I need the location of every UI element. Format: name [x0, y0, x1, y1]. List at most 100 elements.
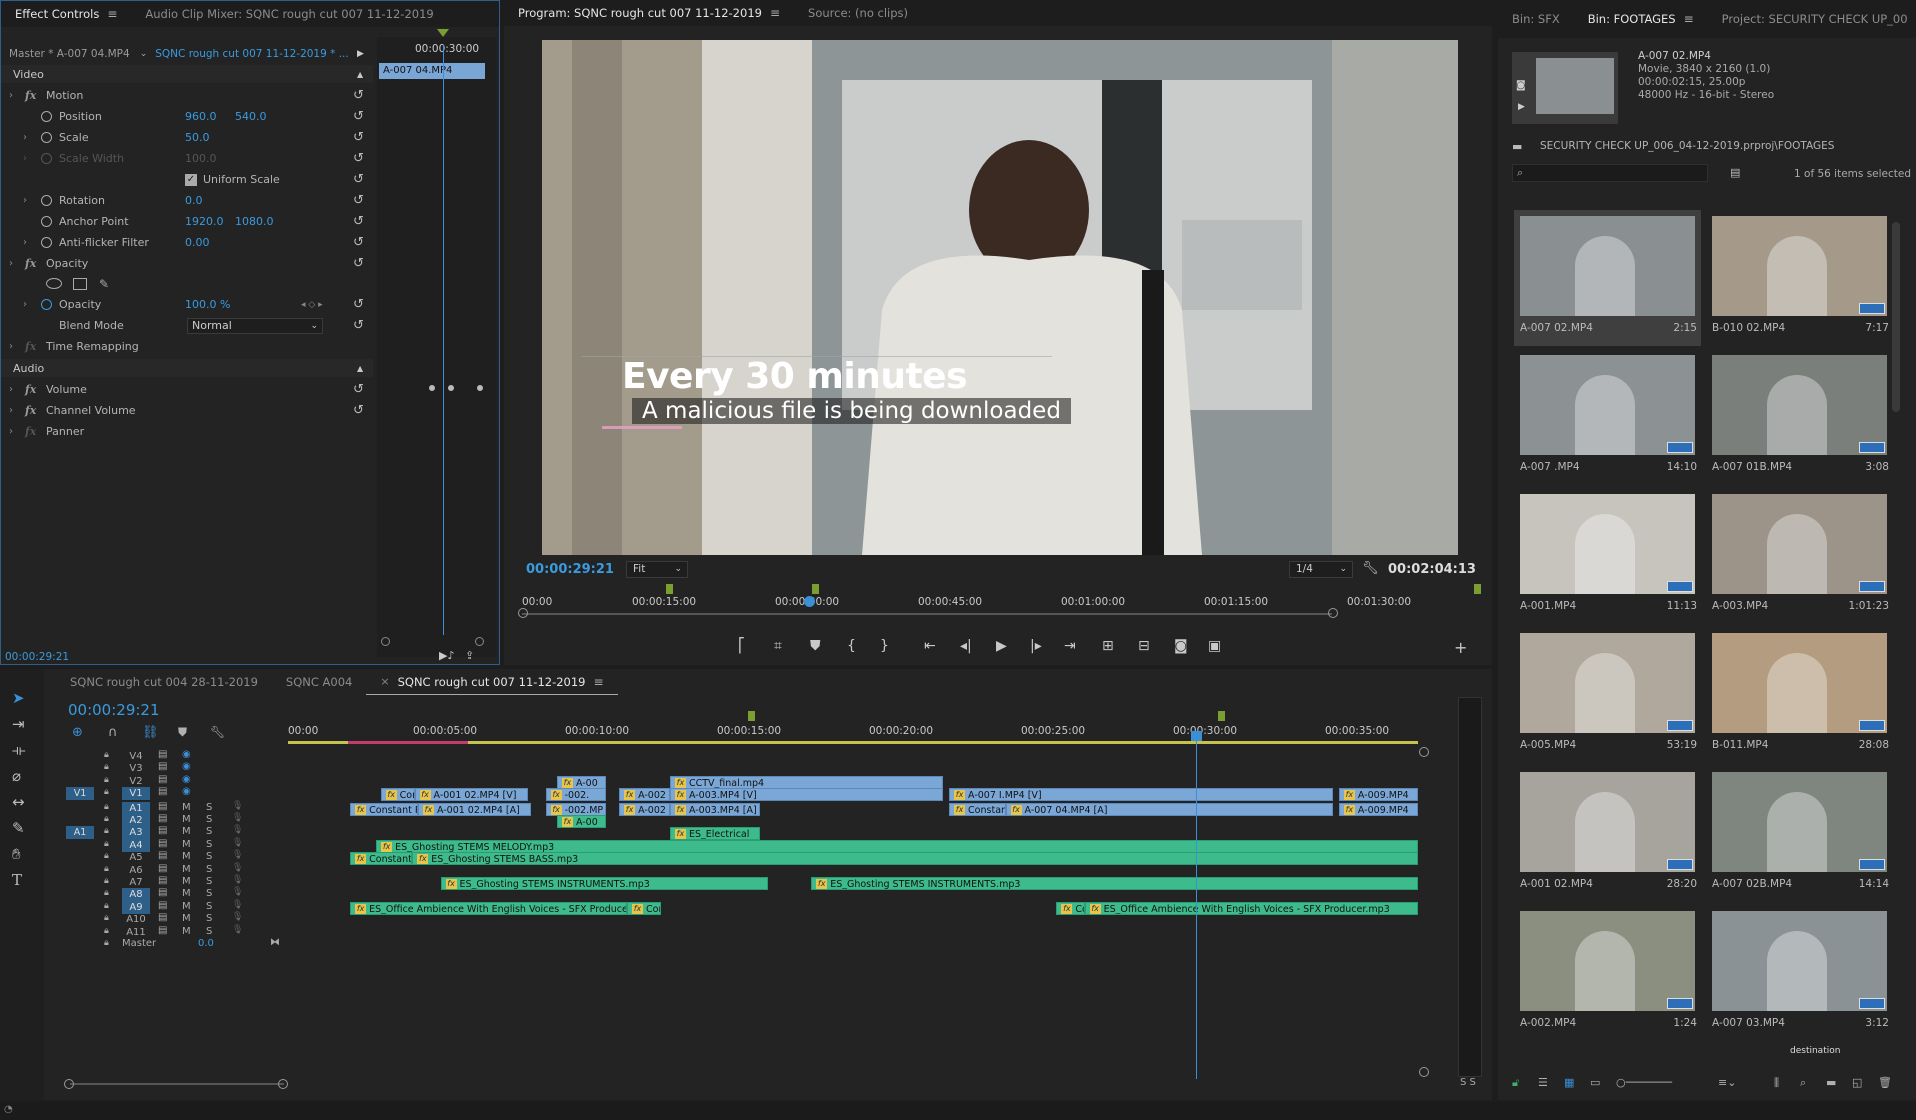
video-clip[interactable]: fx A-007 I.MP4 [V]: [949, 788, 1334, 802]
video-clip[interactable]: fx A-003.MP4 [V]: [669, 788, 944, 802]
mute-button[interactable]: M: [182, 888, 191, 899]
marker-icon[interactable]: [1218, 711, 1225, 721]
eye-icon[interactable]: ◉: [182, 774, 191, 785]
stopwatch-icon[interactable]: [41, 132, 52, 143]
bin-item[interactable]: A-007 01B.MP4 3:08: [1706, 349, 1893, 485]
list-view-icon[interactable]: ☰: [1538, 1076, 1548, 1089]
sync-lock-icon[interactable]: ▤: [158, 838, 167, 849]
mute-button[interactable]: M: [182, 826, 191, 837]
track-name[interactable]: V2: [122, 775, 150, 788]
lift-icon[interactable]: ⊞: [1102, 638, 1114, 654]
source-patch-a[interactable]: A1: [66, 826, 94, 840]
comparison-view-icon[interactable]: ▣: [1208, 638, 1221, 654]
linked-selection-icon[interactable]: ⛓︎: [142, 725, 159, 740]
reset-icon[interactable]: ↺: [353, 256, 364, 271]
sync-lock-icon[interactable]: ▤: [158, 875, 167, 886]
bin-item-thumbnail[interactable]: [1520, 772, 1695, 872]
tab-program[interactable]: Program: SQNC rough cut 007 11-12-2019 ≡: [504, 0, 794, 26]
video-clip[interactable]: fx A-00: [556, 775, 606, 789]
master-clip-label[interactable]: Master * A-007 04.MP4: [9, 48, 130, 60]
collapse-icon[interactable]: ▲: [357, 364, 363, 373]
timeline-playhead-head[interactable]: [1191, 731, 1202, 741]
track-name[interactable]: A10: [122, 913, 150, 926]
microphone-icon[interactable]: 🎙︎: [232, 925, 243, 935]
mute-button[interactable]: M: [182, 802, 191, 813]
sync-lock-icon[interactable]: ▤: [158, 801, 167, 812]
bin-item-thumbnail[interactable]: [1712, 633, 1887, 733]
bin-item-thumbnail[interactable]: [1520, 355, 1695, 455]
play-icon[interactable]: ▶: [996, 638, 1007, 654]
microphone-icon[interactable]: 🎙︎: [232, 887, 243, 897]
reset-icon[interactable]: ↺: [353, 235, 364, 250]
tab-bin-sfx[interactable]: Bin: SFX: [1498, 0, 1574, 38]
audio-clip[interactable]: fx ES_Office Ambience With English Voices…: [350, 901, 627, 915]
reset-icon[interactable]: ↺: [353, 382, 364, 397]
new-bin-icon[interactable]: ▬: [1826, 1076, 1836, 1089]
tab-effect-controls[interactable]: Effect Controls ≡: [1, 1, 131, 27]
chevron-down-icon[interactable]: ⌄: [140, 49, 148, 59]
track-name[interactable]: A2: [122, 814, 150, 827]
sync-lock-icon[interactable]: ▤: [158, 786, 167, 797]
zoom-handle-right[interactable]: [1328, 608, 1338, 618]
audio-clip[interactable]: fxConst: [627, 901, 661, 915]
bin-item-thumbnail[interactable]: [1712, 911, 1887, 1011]
snap-icon[interactable]: ∩: [108, 725, 118, 740]
step-forward-icon[interactable]: |▸: [1030, 638, 1042, 654]
mark-in-bracket-icon[interactable]: {: [847, 638, 856, 654]
sequence-clip-label[interactable]: SQNC rough cut 007 11-12-2019 * ...: [155, 48, 349, 60]
bin-item[interactable]: A-007 02.MP4 2:15: [1514, 210, 1701, 346]
new-item-icon[interactable]: ◱: [1852, 1076, 1862, 1089]
sync-lock-icon[interactable]: ▤: [158, 774, 167, 785]
mute-button[interactable]: M: [182, 851, 191, 862]
effect-motion[interactable]: › fx Motion ↺: [1, 85, 373, 106]
audio-clip[interactable]: fx ES_Electrical: [669, 827, 761, 841]
audio-clip[interactable]: fxConst: [1056, 901, 1085, 915]
reset-icon[interactable]: ↺: [353, 318, 364, 333]
bin-item-thumbnail[interactable]: [1712, 772, 1887, 872]
microphone-icon[interactable]: 🎙︎: [232, 863, 243, 873]
ripple-edit-tool-icon[interactable]: ⟛: [12, 741, 26, 759]
sync-lock-icon[interactable]: ▤: [158, 887, 167, 898]
eye-icon[interactable]: ◉: [182, 761, 191, 772]
param-anchor-point[interactable]: Anchor Point 1920.0 1080.0 ↺: [1, 211, 373, 232]
marker-icon[interactable]: [666, 584, 673, 594]
panel-menu-icon[interactable]: ≡: [594, 675, 604, 689]
video-clip[interactable]: fxConst: [380, 788, 415, 802]
add-marker-icon[interactable]: ⛊: [178, 725, 187, 740]
audio-clip[interactable]: fx -002.MP: [545, 802, 606, 816]
source-patch-v[interactable]: V1: [66, 787, 94, 801]
bin-item[interactable]: A-005.MP4 53:19: [1514, 627, 1701, 763]
fit-select[interactable]: Fit ⌄: [626, 561, 688, 578]
tab-sequence-004[interactable]: SQNC rough cut 004 28-11-2019: [56, 669, 272, 695]
timeline-playhead[interactable]: [1196, 731, 1197, 1079]
marker-icon[interactable]: [812, 584, 819, 594]
solo-button[interactable]: S: [206, 913, 212, 924]
v-scroll-handle-bottom[interactable]: [1419, 1067, 1429, 1077]
pen-tool-icon[interactable]: ✎: [12, 819, 25, 837]
track-name[interactable]: A1: [122, 801, 150, 815]
ec-mini-timeline[interactable]: 00:00:30:00 A-007 04.MP4: [377, 29, 497, 657]
program-video-frame[interactable]: Every 30 minutes A malicious file is bei…: [542, 40, 1458, 555]
h-zoom-handle-right[interactable]: [278, 1079, 288, 1089]
stopwatch-icon[interactable]: [41, 237, 52, 248]
zoom-bar[interactable]: [522, 613, 1332, 615]
param-uniform-scale[interactable]: ✓ Uniform Scale ↺: [1, 169, 373, 190]
timeline-ruler[interactable]: 00:00 00:00:05:00 00:00:10:00 00:00:15:0…: [288, 709, 1418, 744]
mute-button[interactable]: M: [182, 913, 191, 924]
track-name[interactable]: V3: [122, 762, 150, 775]
lock-icon[interactable]: 🔒︎: [104, 864, 109, 874]
audio-clip[interactable]: fxConstant Power: [350, 802, 418, 816]
tab-sequence-007[interactable]: × SQNC rough cut 007 11-12-2019 ≡: [366, 669, 618, 695]
reset-icon[interactable]: ↺: [353, 403, 364, 418]
bin-item[interactable]: A-007 03.MP4 3:12: [1706, 905, 1893, 1041]
video-clip[interactable]: fx CCTV_final.mp4: [669, 775, 944, 789]
volume-keyframe[interactable]: [429, 385, 435, 391]
reset-icon[interactable]: ↺: [353, 88, 364, 103]
audio-clip[interactable]: fx ES_Ghosting STEMS BASS.mp3: [412, 852, 1418, 866]
audio-clip[interactable]: fx A-00: [556, 815, 606, 828]
param-rotation[interactable]: › Rotation 0.0 ↺: [1, 190, 373, 211]
microphone-icon[interactable]: 🎙︎: [232, 801, 243, 811]
wrench-icon[interactable]: 🔧︎: [210, 725, 225, 739]
solo-button[interactable]: S: [206, 814, 212, 825]
sync-lock-icon[interactable]: ▤: [158, 850, 167, 861]
